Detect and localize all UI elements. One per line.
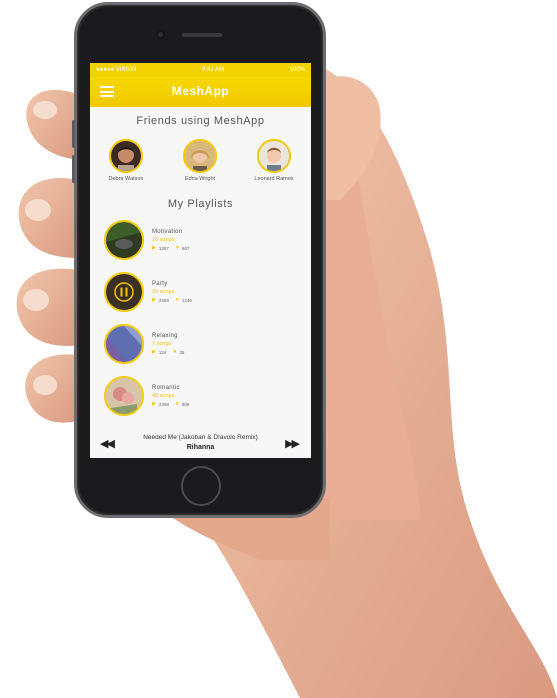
play-count-icon: ▶ — [152, 297, 156, 303]
heart-icon: ♥ — [175, 245, 179, 251]
speaker-grille — [182, 33, 222, 37]
nav-bar: MeshApp — [90, 77, 311, 107]
playlist-item[interactable]: Party 29 songs ▶ 2559 ♥ 1246 — [104, 272, 304, 316]
playlist-name: Romantic — [152, 385, 180, 391]
like-count: 809 — [181, 401, 190, 407]
playlist-thumbnail — [104, 376, 144, 416]
play-count-icon: ▶ — [152, 349, 156, 355]
heart-icon: ♥ — [175, 297, 179, 303]
track-artist: Rihanna — [186, 444, 215, 451]
play-count: 2308 — [158, 401, 169, 407]
playlist-song-count: 7 songs — [152, 341, 172, 347]
like-count: 35 — [179, 349, 185, 355]
avatar — [257, 139, 291, 173]
avatar — [109, 139, 143, 173]
play-count: 2559 — [158, 297, 169, 303]
front-camera-icon — [156, 30, 165, 39]
heart-icon: ♥ — [173, 349, 177, 355]
volume-button — [72, 155, 75, 183]
playlist-stats: ▶ 134 ♥ 35 — [152, 349, 184, 355]
friend-name: Leonard Ramos — [254, 176, 294, 182]
playlist-song-count: 48 songs — [152, 393, 175, 399]
playlist-item[interactable]: Motivation 16 songs ▶ 1257 ♥ 667 — [104, 220, 304, 264]
playlist-song-count: 29 songs — [152, 289, 175, 295]
status-bar: ●●●●● VIRGIN 9:41 AM 100% — [90, 63, 311, 77]
friend-name: Debra Watson — [108, 176, 144, 182]
play-count: 1257 — [158, 245, 169, 251]
playlist-stats: ▶ 2559 ♥ 1246 — [152, 297, 192, 303]
status-time: 9:41 AM — [202, 67, 225, 73]
playlist-name: Relaxing — [152, 333, 178, 339]
friend-name: Edna Wright — [184, 176, 216, 182]
like-count: 1246 — [181, 297, 192, 303]
play-count-icon: ▶ — [152, 401, 156, 407]
home-button[interactable] — [181, 466, 221, 506]
carrier-label: ●●●●● VIRGIN — [96, 67, 137, 73]
friend-item[interactable]: Debra Watson — [96, 139, 156, 182]
playlist-thumbnail — [104, 324, 144, 364]
playlist-thumbnail — [104, 220, 144, 260]
friends-section-title: Friends using MeshApp — [136, 115, 265, 127]
play-count: 134 — [158, 349, 167, 355]
app-title: MeshApp — [171, 84, 230, 98]
playlist-item[interactable]: Romantic 48 songs ▶ 2308 ♥ 809 — [104, 376, 304, 420]
volume-button — [72, 120, 75, 148]
track-title: Needed Me (Jakoban & D!avolo Remix) — [143, 434, 258, 441]
playlist-name: Motivation — [152, 229, 183, 235]
next-track-icon[interactable]: ▶▶ — [285, 437, 300, 450]
now-playing-bar: ◀◀ Needed Me (Jakoban & D!avolo Remix) R… — [90, 430, 311, 458]
battery-label: 100% — [289, 67, 305, 73]
playlist-stats: ▶ 1257 ♥ 667 — [152, 245, 189, 251]
like-count: 667 — [181, 245, 190, 251]
playlist-thumbnail — [104, 272, 144, 312]
avatar — [183, 139, 217, 173]
playlists-section-title: My Playlists — [167, 198, 234, 210]
phone-screen: ●●●●● VIRGIN 9:41 AM 100% MeshApp Friend… — [90, 63, 311, 458]
playlist-item[interactable]: Relaxing 7 songs ▶ 134 ♥ 35 — [104, 324, 304, 368]
heart-icon: ♥ — [175, 401, 179, 407]
playlist-stats: ▶ 2308 ♥ 809 — [152, 401, 189, 407]
friend-item[interactable]: Leonard Ramos — [244, 139, 304, 182]
playlist-name: Party — [152, 281, 168, 287]
play-count-icon: ▶ — [152, 245, 156, 251]
playlist-song-count: 16 songs — [152, 237, 175, 243]
friend-item[interactable]: Edna Wright — [170, 139, 230, 182]
